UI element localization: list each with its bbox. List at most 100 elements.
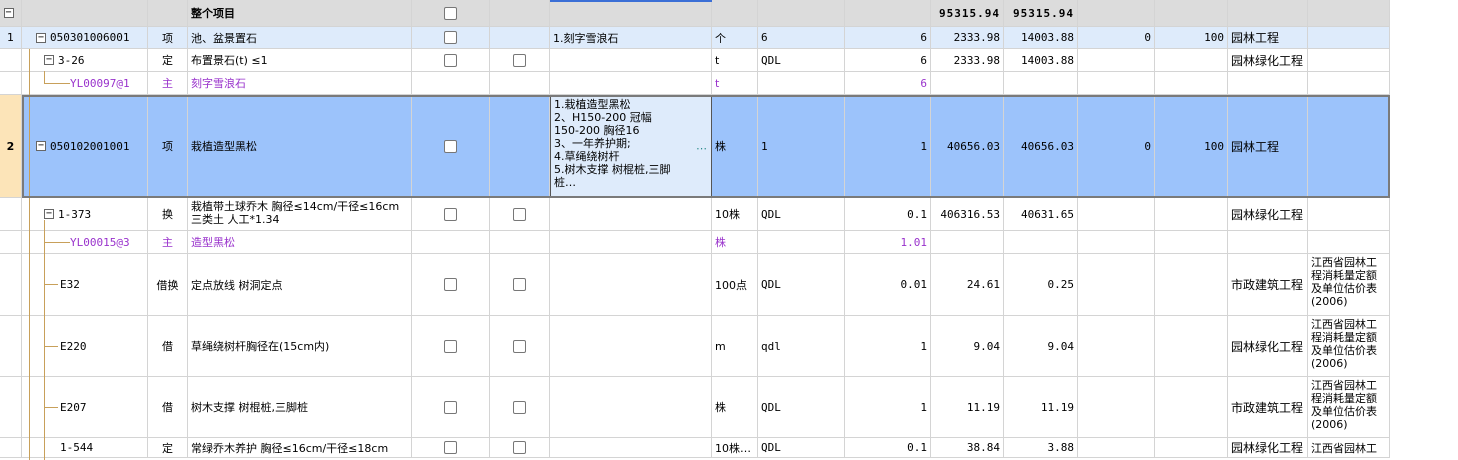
category-cell[interactable]: 园林绿化工程 bbox=[1228, 316, 1308, 377]
category-cell[interactable]: 园林工程 bbox=[1228, 95, 1308, 198]
row-number-cell[interactable] bbox=[0, 231, 22, 254]
feature-cell[interactable] bbox=[550, 231, 712, 254]
name-cell[interactable]: 定点放线 树洞定点 bbox=[188, 254, 412, 316]
lock-check-cell[interactable] bbox=[412, 438, 490, 458]
expr-cell[interactable]: QDL bbox=[758, 49, 845, 72]
qty-cell[interactable]: 0.1 bbox=[845, 438, 931, 458]
qty-cell[interactable]: 1.01 bbox=[845, 231, 931, 254]
unit-cell[interactable]: 株 bbox=[712, 231, 758, 254]
extra-check-cell[interactable] bbox=[490, 95, 550, 198]
collapse-toggle-icon[interactable]: − bbox=[44, 55, 54, 65]
row-number-cell[interactable] bbox=[0, 438, 22, 458]
collapse-toggle-icon[interactable]: − bbox=[36, 141, 46, 151]
type-cell[interactable]: 借换 bbox=[148, 254, 188, 316]
unit-cell[interactable]: m bbox=[712, 316, 758, 377]
summary-check-cell[interactable] bbox=[412, 0, 490, 27]
feature-cell[interactable] bbox=[550, 49, 712, 72]
code-cell[interactable]: YL00015@3 bbox=[22, 231, 148, 254]
extra-check-cell[interactable] bbox=[490, 254, 550, 316]
row-number-cell[interactable]: 2 bbox=[0, 95, 22, 198]
collapse-toggle-icon[interactable]: − bbox=[3, 8, 14, 18]
row-checkbox[interactable] bbox=[513, 339, 526, 353]
qty-cell[interactable]: 0.01 bbox=[845, 254, 931, 316]
extra-check-cell[interactable] bbox=[490, 316, 550, 377]
extra-check-cell[interactable] bbox=[490, 231, 550, 254]
unit-cell[interactable]: 株 bbox=[712, 95, 758, 198]
unit-cell[interactable]: t bbox=[712, 49, 758, 72]
summary-toggle-cell[interactable]: − bbox=[0, 0, 22, 27]
row-number-cell[interactable] bbox=[0, 316, 22, 377]
row-checkbox[interactable] bbox=[444, 278, 457, 291]
type-cell[interactable]: 借 bbox=[148, 377, 188, 438]
row-checkbox[interactable] bbox=[444, 441, 457, 454]
type-cell[interactable]: 项 bbox=[148, 27, 188, 49]
extra-check-cell[interactable] bbox=[490, 377, 550, 438]
code-cell[interactable]: −050301006001 bbox=[22, 27, 148, 49]
type-cell[interactable]: 定 bbox=[148, 49, 188, 72]
row-checkbox[interactable] bbox=[444, 400, 457, 414]
feature-cell[interactable] bbox=[550, 438, 712, 458]
row-checkbox[interactable] bbox=[513, 207, 526, 221]
name-cell[interactable]: 栽植造型黑松 bbox=[188, 95, 412, 198]
expr-cell[interactable]: QDL bbox=[758, 377, 845, 438]
expr-cell[interactable]: qdl bbox=[758, 316, 845, 377]
collapse-toggle-icon[interactable]: − bbox=[36, 32, 46, 43]
row-checkbox[interactable] bbox=[513, 278, 526, 291]
name-cell[interactable]: 造型黑松 bbox=[188, 231, 412, 254]
lock-check-cell[interactable] bbox=[412, 49, 490, 72]
type-cell[interactable]: 借 bbox=[148, 316, 188, 377]
expr-cell[interactable]: 6 bbox=[758, 27, 845, 49]
lock-check-cell[interactable] bbox=[412, 198, 490, 231]
name-cell[interactable]: 草绳绕树杆胸径在(15cm内) bbox=[188, 316, 412, 377]
type-cell[interactable]: 主 bbox=[148, 72, 188, 95]
row-number-cell[interactable] bbox=[0, 254, 22, 316]
qty-cell[interactable]: 1 bbox=[845, 95, 931, 198]
unit-cell[interactable]: 个 bbox=[712, 27, 758, 49]
more-icon[interactable]: ⋯ bbox=[696, 142, 707, 155]
expr-cell[interactable] bbox=[758, 72, 845, 95]
row-number-cell[interactable] bbox=[0, 49, 22, 72]
code-cell[interactable]: E220 bbox=[22, 316, 148, 377]
row-checkbox[interactable] bbox=[444, 139, 457, 153]
expr-cell[interactable]: 1 bbox=[758, 95, 845, 198]
row-checkbox[interactable] bbox=[513, 53, 526, 67]
row-checkbox[interactable] bbox=[444, 6, 457, 20]
extra-check-cell[interactable] bbox=[490, 72, 550, 95]
code-cell[interactable]: −3-26 bbox=[22, 49, 148, 72]
expr-cell[interactable]: QDL bbox=[758, 198, 845, 231]
category-cell[interactable]: 园林绿化工程 bbox=[1228, 49, 1308, 72]
unit-cell[interactable]: t bbox=[712, 72, 758, 95]
code-cell[interactable]: E207 bbox=[22, 377, 148, 438]
type-cell[interactable]: 主 bbox=[148, 231, 188, 254]
code-cell[interactable]: YL00097@1 bbox=[22, 72, 148, 95]
extra-check-cell[interactable] bbox=[490, 27, 550, 49]
collapse-toggle-icon[interactable]: − bbox=[44, 209, 54, 219]
row-number-cell[interactable] bbox=[0, 198, 22, 231]
qty-cell[interactable]: 0.1 bbox=[845, 198, 931, 231]
expr-cell[interactable]: QDL bbox=[758, 438, 845, 458]
qty-cell[interactable]: 6 bbox=[845, 27, 931, 49]
lock-check-cell[interactable] bbox=[412, 254, 490, 316]
expr-cell[interactable] bbox=[758, 231, 845, 254]
row-number-cell[interactable] bbox=[0, 377, 22, 438]
name-cell[interactable]: 刻字雪浪石 bbox=[188, 72, 412, 95]
extra-check-cell[interactable] bbox=[490, 438, 550, 458]
extra-check-cell[interactable] bbox=[490, 198, 550, 231]
feature-cell[interactable] bbox=[550, 72, 712, 95]
row-checkbox[interactable] bbox=[444, 31, 457, 44]
name-cell[interactable]: 树木支撑 树棍桩,三脚桩 bbox=[188, 377, 412, 438]
type-cell[interactable]: 定 bbox=[148, 438, 188, 458]
qty-cell[interactable]: 1 bbox=[845, 316, 931, 377]
code-cell[interactable]: E32 bbox=[22, 254, 148, 316]
lock-check-cell[interactable] bbox=[412, 377, 490, 438]
feature-cell[interactable] bbox=[550, 377, 712, 438]
type-cell[interactable]: 换 bbox=[148, 198, 188, 231]
lock-check-cell[interactable] bbox=[412, 316, 490, 377]
row-number-cell[interactable]: 1 bbox=[0, 27, 22, 49]
feature-cell[interactable]: 1.栽植造型黑松 2、H150-200 冠幅 150-200 胸径16 3、一年… bbox=[550, 95, 712, 198]
name-cell[interactable]: 常绿乔木养护 胸径≤16cm/干径≤18cm bbox=[188, 438, 412, 458]
category-cell[interactable] bbox=[1228, 72, 1308, 95]
name-cell[interactable]: 池、盆景置石 bbox=[188, 27, 412, 49]
row-number-cell[interactable] bbox=[0, 72, 22, 95]
type-cell[interactable]: 项 bbox=[148, 95, 188, 198]
